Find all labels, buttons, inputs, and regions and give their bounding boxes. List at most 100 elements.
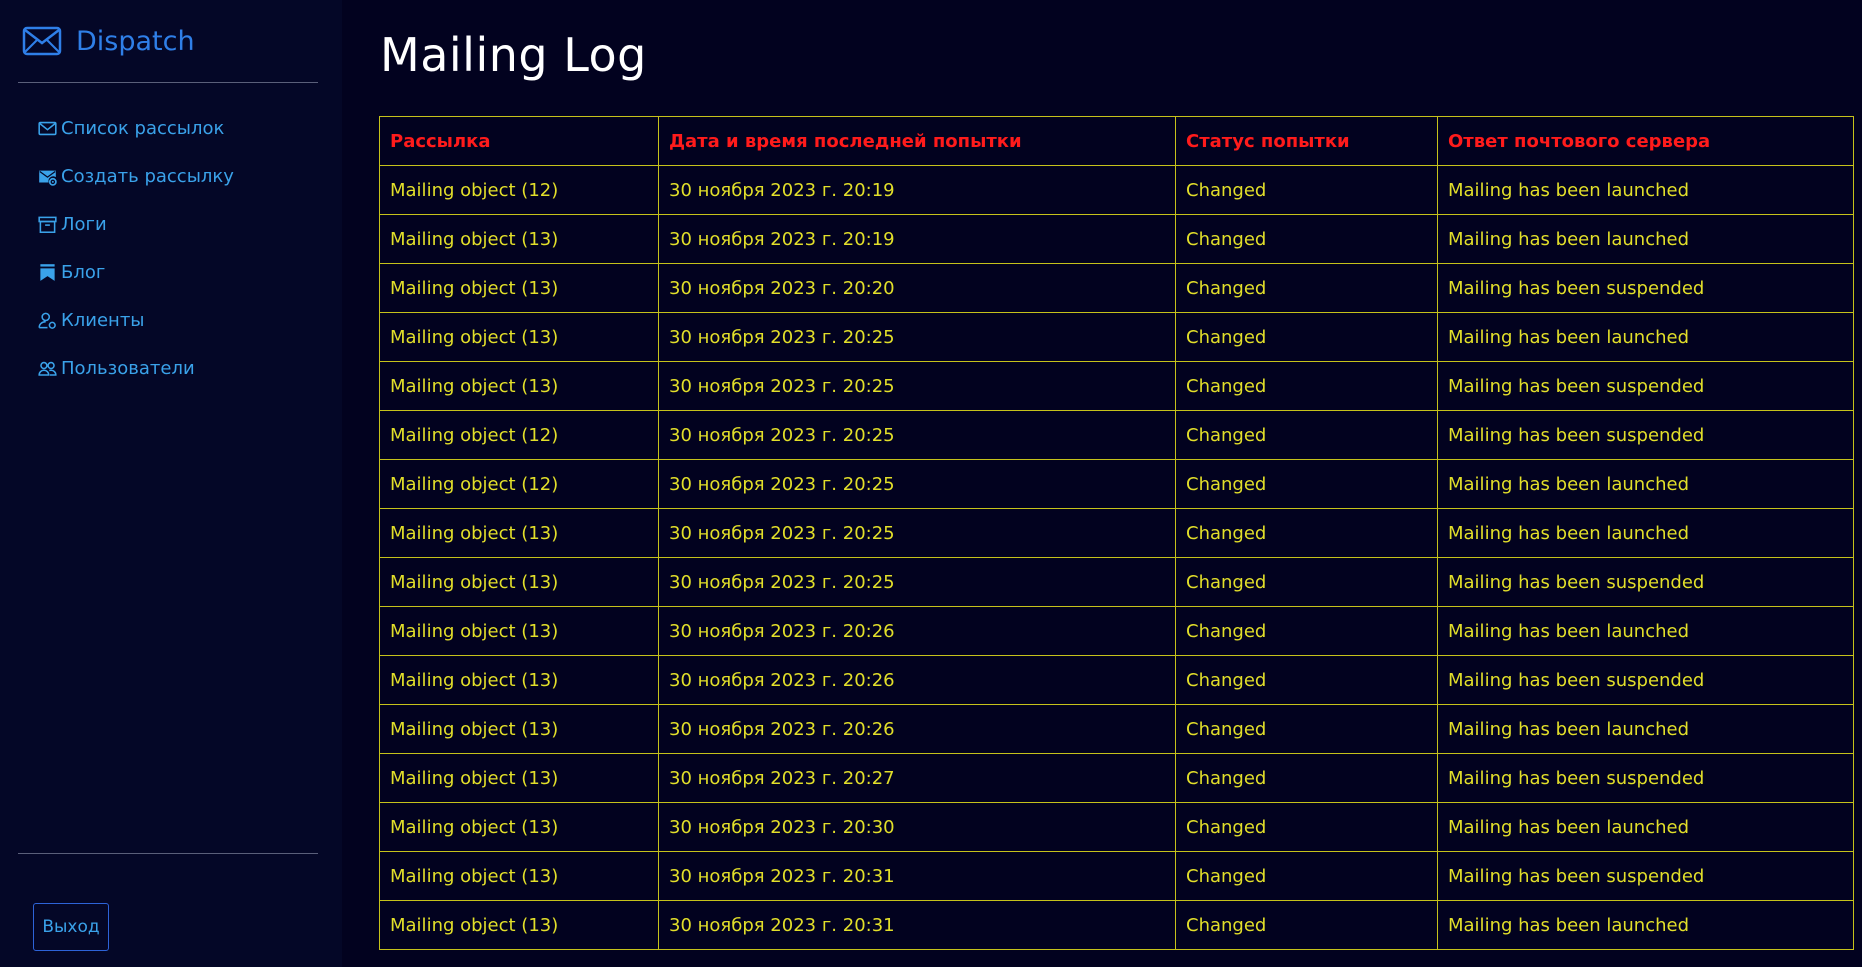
sidebar-divider-top	[18, 82, 318, 83]
server-response-cell: Mailing has been launched	[1437, 459, 1854, 509]
datetime-cell: 30 ноября 2023 г. 20:31	[658, 900, 1176, 950]
table-body: Mailing object (12) 30 ноября 2023 г. 20:…	[379, 165, 1854, 950]
mailing-cell: Mailing object (13)	[379, 753, 659, 803]
table-header-row: Рассылка Дата и время последней попытки …	[379, 116, 1854, 166]
table-row: Mailing object (13) 30 ноября 2023 г. 20:…	[379, 508, 1854, 558]
server-response-cell: Mailing has been launched	[1437, 508, 1854, 558]
table-row: Mailing object (13) 30 ноября 2023 г. 20:…	[379, 557, 1854, 607]
datetime-cell: 30 ноября 2023 г. 20:26	[658, 606, 1176, 656]
mailing-cell: Mailing object (13)	[379, 312, 659, 362]
status-cell: Changed	[1175, 753, 1438, 803]
status-cell: Changed	[1175, 312, 1438, 362]
mailing-log-table: Рассылка Дата и время последней попытки …	[379, 116, 1854, 950]
table-header: Рассылка Дата и время последней попытки …	[379, 116, 1854, 166]
mailing-cell: Mailing object (13)	[379, 851, 659, 901]
status-cell: Changed	[1175, 557, 1438, 607]
table-row: Mailing object (13) 30 ноября 2023 г. 20:…	[379, 753, 1854, 803]
status-cell: Changed	[1175, 802, 1438, 852]
status-cell: Changed	[1175, 655, 1438, 705]
datetime-cell: 30 ноября 2023 г. 20:26	[658, 655, 1176, 705]
server-response-cell: Mailing has been launched	[1437, 704, 1854, 754]
server-response-cell: Mailing has been launched	[1437, 214, 1854, 264]
server-response-cell: Mailing has been suspended	[1437, 263, 1854, 313]
table-row: Mailing object (13) 30 ноября 2023 г. 20:…	[379, 655, 1854, 705]
sidebar-item-label: Клиенты	[61, 309, 145, 331]
column-header-status: Статус попытки	[1175, 116, 1438, 166]
column-header-datetime: Дата и время последней попытки	[658, 116, 1176, 166]
mailing-cell: Mailing object (13)	[379, 606, 659, 656]
page-title: Mailing Log	[380, 28, 647, 82]
server-response-cell: Mailing has been launched	[1437, 312, 1854, 362]
status-cell: Changed	[1175, 263, 1438, 313]
server-response-cell: Mailing has been suspended	[1437, 655, 1854, 705]
status-cell: Changed	[1175, 704, 1438, 754]
mailing-cell: Mailing object (13)	[379, 263, 659, 313]
logout-button[interactable]: Выход	[33, 903, 109, 951]
mailing-cell: Mailing object (13)	[379, 802, 659, 852]
status-cell: Changed	[1175, 214, 1438, 264]
table-row: Mailing object (13) 30 ноября 2023 г. 20:…	[379, 312, 1854, 362]
sidebar-item-label: Список рассылок	[61, 117, 225, 139]
table-row: Mailing object (12) 30 ноября 2023 г. 20:…	[379, 410, 1854, 460]
app: Dispatch Список рассылок Создать рассылк…	[0, 0, 1862, 967]
status-cell: Changed	[1175, 900, 1438, 950]
table-row: Mailing object (13) 30 ноября 2023 г. 20:…	[379, 214, 1854, 264]
sidebar-item-label: Логи	[61, 213, 107, 235]
table-row: Mailing object (12) 30 ноября 2023 г. 20:…	[379, 165, 1854, 215]
datetime-cell: 30 ноября 2023 г. 20:19	[658, 214, 1176, 264]
datetime-cell: 30 ноября 2023 г. 20:30	[658, 802, 1176, 852]
column-header-server-response: Ответ почтового сервера	[1437, 116, 1854, 166]
server-response-cell: Mailing has been suspended	[1437, 361, 1854, 411]
sidebar-item-clients[interactable]: Клиенты	[38, 296, 234, 344]
sidebar-item-label: Пользователи	[61, 357, 195, 379]
column-header-mailing: Рассылка	[379, 116, 659, 166]
sidebar: Dispatch Список рассылок Создать рассылк…	[0, 0, 342, 967]
server-response-cell: Mailing has been suspended	[1437, 410, 1854, 460]
datetime-cell: 30 ноября 2023 г. 20:25	[658, 557, 1176, 607]
table-row: Mailing object (13) 30 ноября 2023 г. 20:…	[379, 900, 1854, 950]
status-cell: Changed	[1175, 361, 1438, 411]
table-row: Mailing object (13) 30 ноября 2023 г. 20:…	[379, 606, 1854, 656]
brand-link[interactable]: Dispatch	[22, 16, 195, 66]
datetime-cell: 30 ноября 2023 г. 20:20	[658, 263, 1176, 313]
sidebar-item-blog[interactable]: Блог	[38, 248, 234, 296]
table-row: Mailing object (12) 30 ноября 2023 г. 20:…	[379, 459, 1854, 509]
sidebar-item-create-mailing[interactable]: Создать рассылку	[38, 152, 234, 200]
datetime-cell: 30 ноября 2023 г. 20:31	[658, 851, 1176, 901]
server-response-cell: Mailing has been launched	[1437, 606, 1854, 656]
status-cell: Changed	[1175, 606, 1438, 656]
datetime-cell: 30 ноября 2023 г. 20:25	[658, 410, 1176, 460]
mailing-cell: Mailing object (12)	[379, 410, 659, 460]
mailing-cell: Mailing object (13)	[379, 361, 659, 411]
datetime-cell: 30 ноября 2023 г. 20:27	[658, 753, 1176, 803]
server-response-cell: Mailing has been suspended	[1437, 557, 1854, 607]
brand-name: Dispatch	[76, 25, 195, 57]
mailing-cell: Mailing object (13)	[379, 655, 659, 705]
server-response-cell: Mailing has been launched	[1437, 165, 1854, 215]
sidebar-item-logs[interactable]: Логи	[38, 200, 234, 248]
table-row: Mailing object (13) 30 ноября 2023 г. 20:…	[379, 704, 1854, 754]
mailing-cell: Mailing object (13)	[379, 900, 659, 950]
sidebar-item-mailing-list[interactable]: Список рассылок	[38, 104, 234, 152]
datetime-cell: 30 ноября 2023 г. 20:26	[658, 704, 1176, 754]
bookmarks-icon	[40, 263, 55, 281]
sidebar-divider-bottom	[18, 853, 318, 854]
envelope-gear-icon	[39, 170, 57, 186]
sidebar-item-label: Создать рассылку	[61, 165, 234, 187]
sidebar-item-users[interactable]: Пользователи	[38, 344, 234, 392]
mailing-cell: Mailing object (13)	[379, 704, 659, 754]
sidebar-item-label: Блог	[61, 261, 106, 283]
status-cell: Changed	[1175, 508, 1438, 558]
mailing-cell: Mailing object (12)	[379, 165, 659, 215]
envelope-icon	[22, 26, 62, 56]
status-cell: Changed	[1175, 410, 1438, 460]
sidebar-nav: Список рассылок Создать рассылку Логи Бл…	[38, 104, 234, 392]
mailing-cell: Mailing object (13)	[379, 214, 659, 264]
status-cell: Changed	[1175, 851, 1438, 901]
table-row: Mailing object (13) 30 ноября 2023 г. 20:…	[379, 361, 1854, 411]
status-cell: Changed	[1175, 165, 1438, 215]
mailing-cell: Mailing object (13)	[379, 557, 659, 607]
datetime-cell: 30 ноября 2023 г. 20:25	[658, 459, 1176, 509]
datetime-cell: 30 ноября 2023 г. 20:19	[658, 165, 1176, 215]
mailing-cell: Mailing object (12)	[379, 459, 659, 509]
